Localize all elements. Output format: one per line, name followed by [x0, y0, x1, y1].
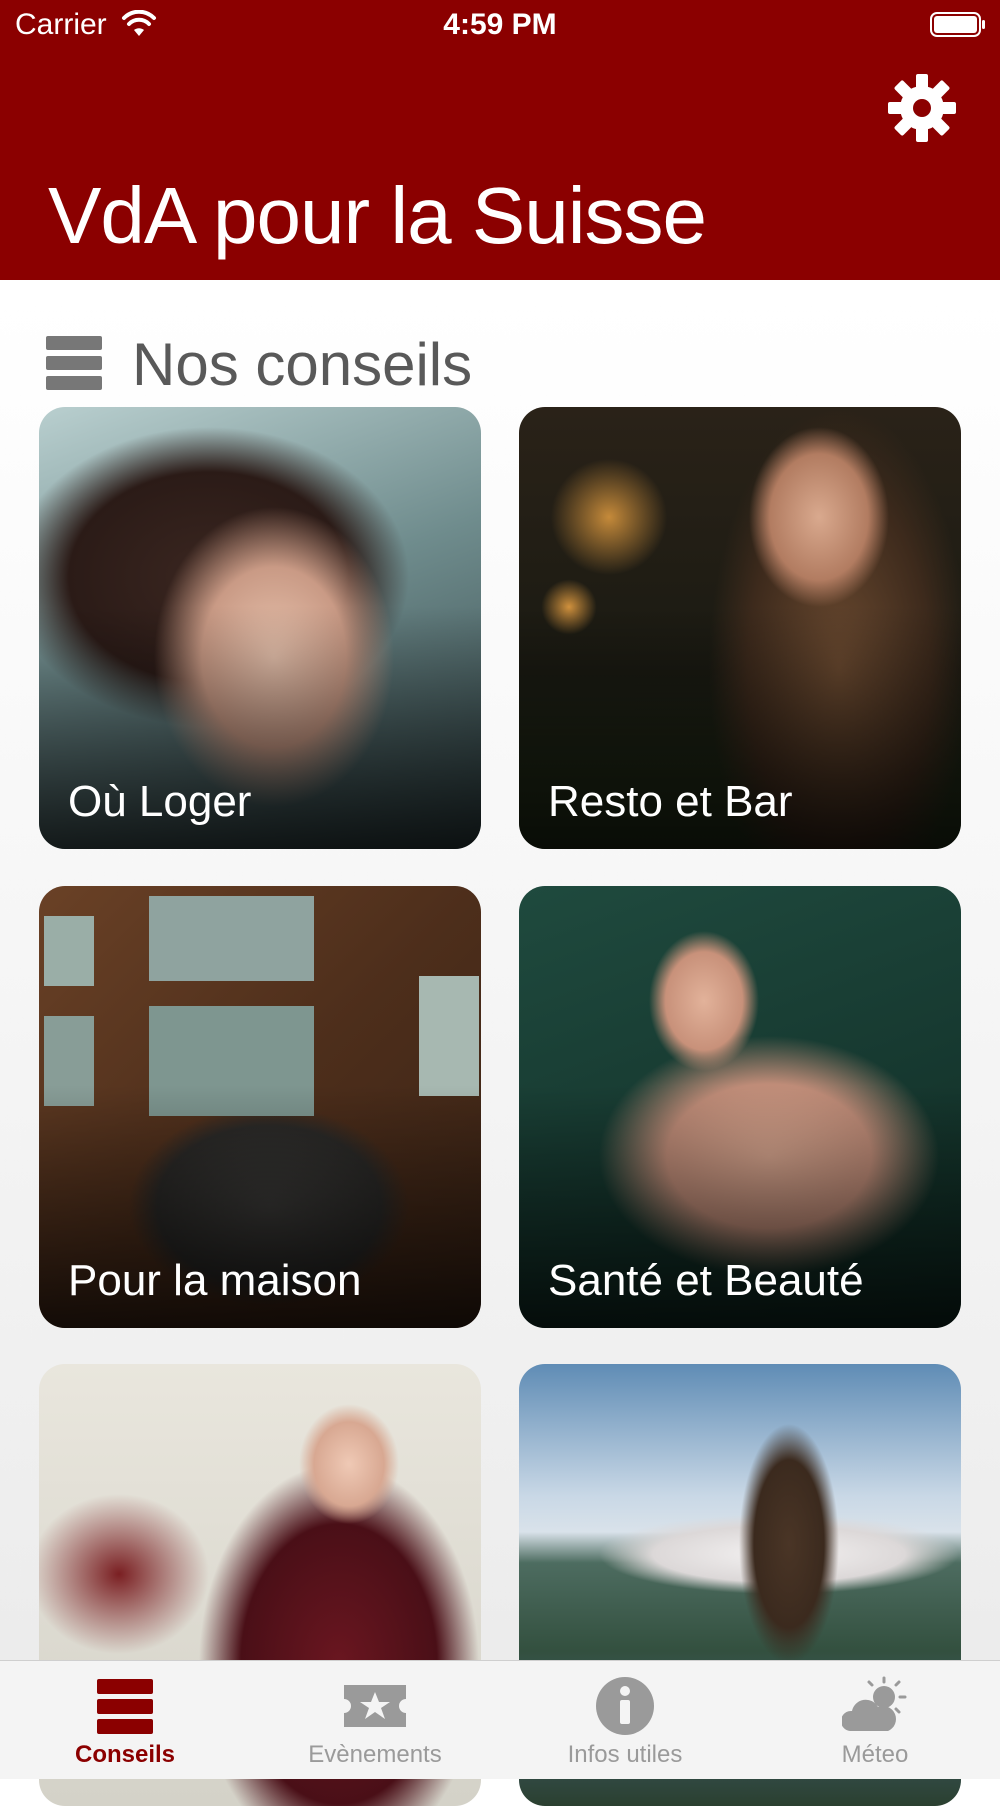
status-bar: Carrier 4:59 PM: [0, 0, 1000, 52]
page-title: VdA pour la Suisse: [48, 171, 707, 260]
tab-evenements[interactable]: Evènements: [250, 1661, 500, 1779]
card-ou-loger[interactable]: Où Loger: [39, 407, 481, 849]
section-title: Nos conseils: [132, 331, 473, 398]
tab-infos-utiles[interactable]: Infos utiles: [500, 1661, 750, 1779]
list-icon: [97, 1679, 153, 1734]
star-ticket-icon: [344, 1685, 406, 1727]
tab-meteo[interactable]: Méteo: [750, 1661, 1000, 1779]
card-label: Resto et Bar: [548, 777, 793, 826]
card-pour-la-maison[interactable]: Pour la maison: [39, 886, 481, 1328]
app-header: VdA pour la Suisse: [0, 52, 1000, 280]
list-icon: [46, 336, 102, 390]
tab-label: Méteo: [841, 1741, 909, 1768]
tab-bar: Conseils Evènements Infos utiles Méteo: [0, 1660, 1000, 1779]
card-label: Pour la maison: [68, 1256, 362, 1305]
tab-label: Conseils: [74, 1741, 176, 1768]
battery-icon: [930, 12, 985, 37]
info-icon: [596, 1677, 654, 1735]
status-time: 4:59 PM: [443, 8, 557, 41]
card-resto-et-bar[interactable]: Resto et Bar: [519, 407, 961, 849]
card-label: Où Loger: [68, 777, 252, 826]
tab-conseils[interactable]: Conseils: [0, 1661, 250, 1779]
card-label: Santé et Beauté: [548, 1256, 864, 1305]
tab-label: Infos utiles: [567, 1741, 683, 1768]
weather-icon: [842, 1676, 907, 1731]
card-sante-et-beaute[interactable]: Santé et Beauté: [519, 886, 961, 1328]
gear-icon[interactable]: [882, 68, 962, 148]
tab-label: Evènements: [308, 1741, 442, 1768]
